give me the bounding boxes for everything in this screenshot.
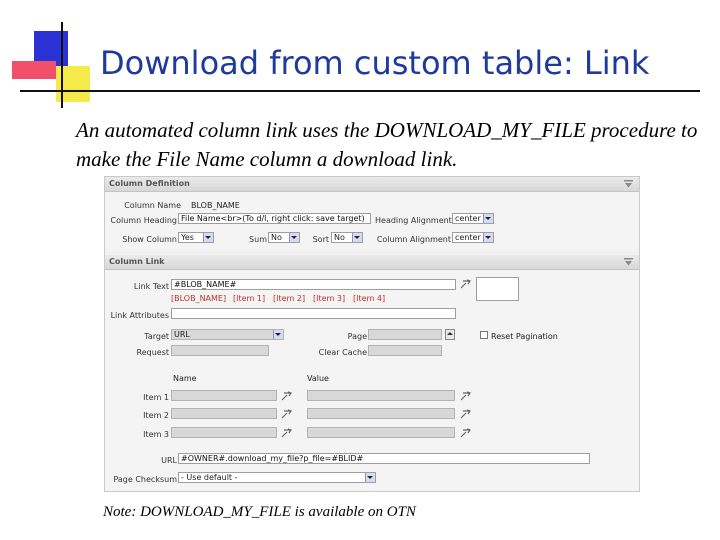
sum-label: Sum [249, 235, 267, 244]
page-input[interactable] [368, 329, 442, 340]
item3-value-input[interactable] [307, 427, 455, 438]
slide-note: Note: DOWNLOAD_MY_FILE is available on O… [103, 504, 416, 520]
column-definition-region: Column Definition Column Name BLOB_NAME … [105, 177, 639, 250]
chevron-down-icon [273, 330, 283, 339]
item2-name-input[interactable] [171, 408, 277, 419]
spin-arrow-icon[interactable] [445, 329, 455, 340]
sum-value: No [271, 233, 282, 242]
chevron-down-icon [203, 233, 213, 242]
show-column-label: Show Column [122, 235, 177, 244]
target-value: URL [174, 330, 190, 339]
column-name-label: Column Name [124, 201, 181, 210]
item3-label: Item 3 [143, 430, 169, 439]
decorative-vertical-line [61, 22, 63, 108]
item3-name-input[interactable] [171, 427, 277, 438]
sort-label: Sort [312, 235, 329, 244]
substitution-link[interactable]: [Item 3] [313, 294, 345, 303]
region-header: Column Link [105, 255, 639, 270]
list-of-values-icon[interactable] [460, 279, 472, 289]
column-link-region: Column Link Link Text #BLOB_NAME# [BLOB_… [105, 255, 639, 491]
chevron-down-icon [365, 473, 375, 482]
link-text-preview [476, 277, 519, 301]
list-of-values-icon[interactable] [460, 409, 472, 419]
sort-value: No [334, 233, 345, 242]
column-alignment-value: center [455, 233, 481, 242]
chevron-down-icon [289, 233, 299, 242]
item2-value-input[interactable] [307, 408, 455, 419]
region-title: Column Link [109, 257, 165, 266]
chevron-down-icon [483, 233, 493, 242]
hide-region-icon[interactable] [624, 258, 633, 266]
clear-cache-input[interactable] [368, 345, 442, 356]
request-input[interactable] [171, 345, 269, 356]
url-input[interactable]: #OWNER#.download_my_file?p_file=#BLID# [178, 453, 590, 464]
link-attributes-label: Link Attributes [110, 311, 169, 320]
decorative-red-bar [12, 61, 56, 79]
page-checksum-value: - Use default - [181, 473, 238, 482]
list-of-values-icon[interactable] [281, 428, 293, 438]
link-text-label: Link Text [133, 282, 169, 291]
page-label: Page [347, 332, 367, 341]
substitution-link[interactable]: [BLOB_NAME] [171, 294, 226, 303]
region-title: Column Definition [109, 179, 190, 188]
substitution-link[interactable]: [Item 4] [353, 294, 385, 303]
apex-screenshot: Column Definition Column Name BLOB_NAME … [104, 176, 640, 492]
sort-select[interactable]: No [331, 232, 363, 243]
show-column-value: Yes [181, 233, 194, 242]
item1-value-input[interactable] [307, 390, 455, 401]
heading-alignment-select[interactable]: center [452, 213, 494, 224]
title-underline [20, 90, 700, 92]
hide-region-icon[interactable] [624, 180, 633, 188]
reset-pagination-label: Reset Pagination [491, 332, 558, 341]
item1-label: Item 1 [143, 393, 169, 402]
column-heading-label: Column Heading [110, 216, 177, 225]
column-name-value: BLOB_NAME [191, 201, 240, 210]
heading-alignment-value: center [455, 214, 481, 223]
slide-title: Download from custom table: Link [100, 44, 650, 82]
column-alignment-select[interactable]: center [452, 232, 494, 243]
list-of-values-icon[interactable] [460, 428, 472, 438]
page-checksum-select[interactable]: - Use default - [178, 472, 376, 483]
sum-select[interactable]: No [268, 232, 300, 243]
chevron-down-icon [352, 233, 362, 242]
show-column-select[interactable]: Yes [178, 232, 214, 243]
region-header: Column Definition [105, 177, 639, 192]
link-attributes-input[interactable] [171, 308, 456, 319]
item1-name-input[interactable] [171, 390, 277, 401]
item2-label: Item 2 [143, 411, 169, 420]
list-of-values-icon[interactable] [281, 409, 293, 419]
clear-cache-label: Clear Cache [318, 348, 367, 357]
slide-subtitle: An automated column link uses the DOWNLO… [76, 118, 698, 171]
list-of-values-icon[interactable] [281, 391, 293, 401]
page-checksum-label: Page Checksum [113, 475, 177, 484]
substitution-link[interactable]: [Item 2] [273, 294, 305, 303]
link-text-input[interactable]: #BLOB_NAME# [171, 279, 456, 290]
substitution-link[interactable]: [Item 1] [233, 294, 265, 303]
target-label: Target [144, 332, 169, 341]
column-alignment-label: Column Alignment [376, 235, 451, 244]
heading-alignment-label: Heading Alignment [375, 216, 452, 225]
reset-pagination-checkbox[interactable] [480, 331, 488, 339]
request-label: Request [136, 348, 170, 357]
name-column-header: Name [173, 374, 197, 383]
url-label: URL [161, 456, 177, 465]
chevron-down-icon [483, 214, 493, 223]
list-of-values-icon[interactable] [460, 391, 472, 401]
column-heading-input[interactable]: File Name<br>(To d/l, right click: save … [178, 213, 371, 224]
value-column-header: Value [307, 374, 329, 383]
target-select[interactable]: URL [171, 329, 284, 340]
